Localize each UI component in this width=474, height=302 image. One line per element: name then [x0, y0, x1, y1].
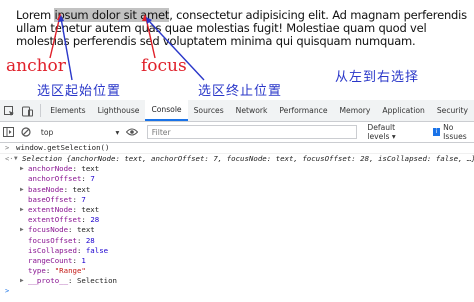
chevron-down-icon: ▾ — [115, 127, 120, 137]
property-row[interactable]: ▶ extentNode: text — [0, 205, 474, 215]
issues-button[interactable]: i No Issues — [428, 123, 474, 141]
property-key: baseNode — [28, 184, 64, 194]
anchor-description: 选区起始位置 — [37, 84, 122, 99]
console-command: window.getSelection() — [16, 143, 110, 152]
tab-sources[interactable]: Sources — [188, 100, 230, 121]
property-key: __proto__ — [28, 276, 69, 286]
expand-triangle-icon[interactable]: ▶ — [20, 276, 24, 286]
expand-triangle-icon[interactable]: ▶ — [20, 225, 24, 235]
property-row: baseOffset: 7 — [28, 194, 86, 204]
property-value: "Range" — [54, 266, 86, 276]
tab-security[interactable]: Security — [431, 100, 474, 121]
context-selector[interactable]: top ▾ — [37, 125, 123, 140]
filter-input[interactable]: Filter — [146, 125, 358, 139]
console-input-line[interactable]: > window.getSelection() — [0, 143, 474, 154]
property-row[interactable]: ▶ baseNode: text — [0, 185, 474, 195]
expand-triangle-icon[interactable]: ▶ — [20, 164, 24, 174]
expand-triangle-icon[interactable]: ▼ — [14, 154, 18, 164]
expand-triangle-icon[interactable]: ▶ — [20, 185, 24, 195]
property-key: extentNode — [28, 204, 73, 214]
anchor-label: anchor — [6, 56, 66, 76]
property-value: 1 — [81, 255, 86, 265]
property-key: focusOffset — [28, 235, 77, 245]
clear-console-icon[interactable] — [17, 121, 34, 143]
demo-area: Lorem ipsum dolor sit amet, consectetur … — [0, 0, 474, 100]
tab-elements[interactable]: Elements — [44, 100, 91, 121]
devtools-panel: Elements Lighthouse Console Sources Netw… — [0, 100, 474, 302]
device-toolbar-icon[interactable] — [19, 100, 38, 122]
direction-description: 从左到右选择 — [335, 70, 420, 85]
console-toolbar: top ▾ Filter Default levels ▾ i No Issue… — [0, 122, 474, 143]
focus-label: focus — [141, 56, 187, 76]
property-value: 7 — [81, 194, 86, 204]
console-output: > window.getSelection() <· ▼ Selection {… — [0, 143, 474, 302]
property-key: type — [28, 266, 46, 276]
anchor-red-arrow — [49, 15, 61, 59]
input-chevron-icon: > — [5, 144, 10, 152]
property-key: isCollapsed — [28, 245, 77, 255]
tab-network[interactable]: Network — [230, 100, 274, 121]
property-row: focusOffset: 28 — [28, 235, 95, 245]
info-icon: i — [433, 128, 441, 136]
console-prompt[interactable]: > — [0, 286, 474, 296]
tab-performance[interactable]: Performance — [273, 100, 333, 121]
property-value: Selection — [76, 276, 117, 286]
property-value: text — [76, 225, 95, 235]
issues-label: No Issues — [443, 123, 467, 141]
property-row: rangeCount: 1 — [28, 255, 86, 265]
inspect-element-icon[interactable] — [0, 100, 19, 122]
property-row: extentOffset: 28 — [28, 215, 100, 225]
property-row[interactable]: ▶ __proto__: Selection — [0, 276, 474, 286]
log-levels-dropdown[interactable]: Default levels ▾ — [367, 123, 418, 141]
tab-application[interactable]: Application — [376, 100, 430, 121]
property-key: extentOffset — [28, 215, 82, 225]
property-row: isCollapsed: false — [28, 245, 109, 255]
property-row[interactable]: ▶ anchorNode: text — [0, 164, 474, 174]
property-value: false — [85, 245, 109, 255]
property-row: type: "Range" — [28, 266, 86, 276]
eye-icon[interactable] — [123, 121, 140, 143]
devtools-tabbar: Elements Lighthouse Console Sources Netw… — [0, 100, 474, 122]
prompt-chevron-icon: > — [5, 287, 10, 296]
property-key: rangeCount — [28, 255, 73, 265]
selection-summary: Selection {anchorNode: text, anchorOffse… — [22, 154, 474, 163]
console-result-line[interactable]: <· ▼ Selection {anchorNode: text, anchor… — [0, 154, 474, 164]
property-key: anchorNode — [28, 164, 73, 174]
context-value: top — [40, 127, 54, 137]
property-key: baseOffset — [28, 194, 73, 204]
property-key: focusNode — [28, 225, 69, 235]
expand-triangle-icon[interactable]: ▶ — [20, 205, 24, 215]
property-value: text — [81, 204, 100, 214]
property-value: 28 — [85, 235, 95, 245]
property-value: 28 — [90, 215, 100, 225]
property-row: anchorOffset: 7 — [28, 174, 95, 184]
focus-red-arrow — [145, 17, 156, 59]
property-value: 7 — [90, 174, 95, 184]
focus-description: 选区终止位置 — [198, 84, 283, 99]
selection-properties: ▶ anchorNode: text anchorOffset: 7 ▶ baseNod… — [0, 164, 474, 286]
tab-lighthouse[interactable]: Lighthouse — [92, 100, 146, 121]
tab-memory[interactable]: Memory — [334, 100, 377, 121]
property-value: text — [72, 184, 91, 194]
console-sidebar-icon[interactable] — [0, 121, 17, 143]
tab-console[interactable]: Console — [145, 100, 188, 121]
property-value: text — [81, 164, 100, 174]
property-row[interactable]: ▶ focusNode: text — [0, 225, 474, 235]
property-key: anchorOffset — [28, 174, 82, 184]
result-chevron-icon: <· — [5, 155, 14, 163]
